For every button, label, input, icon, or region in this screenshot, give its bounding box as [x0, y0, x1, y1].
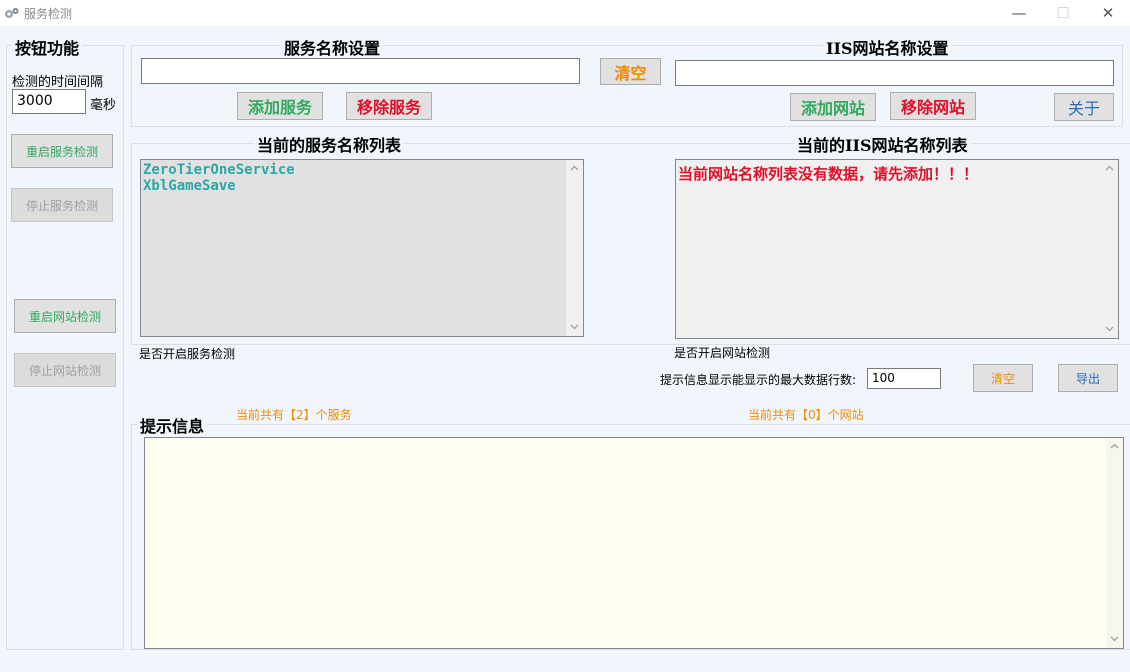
list-item[interactable]: ZeroTierOneService [143, 162, 295, 178]
gears-icon [5, 8, 19, 18]
site-count: 当前共有【0】个网站 [748, 408, 864, 422]
remove-service-button[interactable]: 移除服务 [346, 92, 432, 120]
iis-list-title: 当前的IIS网站名称列表 [794, 132, 971, 156]
maximize-button[interactable]: ☐ [1040, 0, 1086, 26]
service-name-input[interactable] [141, 58, 580, 84]
title-bar: 服务检测 — ☐ ✕ [0, 0, 1130, 26]
iis-list-scrollbar[interactable] [1101, 160, 1118, 338]
interval-unit: 毫秒 [90, 98, 117, 113]
export-log-button[interactable]: 导出 [1058, 364, 1118, 392]
stop-service-check-button[interactable]: 停止服务检测 [11, 188, 113, 222]
window-title: 服务检测 [24, 7, 73, 21]
iis-list-empty-message: 当前网站名称列表没有数据，请先添加！！！ [678, 165, 979, 183]
log-textarea[interactable] [144, 437, 1124, 649]
log-legend: 提示信息 [137, 413, 208, 437]
restart-service-check-button[interactable]: 重启服务检测 [11, 134, 113, 168]
list-item[interactable]: XblGameSave [143, 178, 295, 194]
stop-site-check-button[interactable]: 停止网站检测 [14, 353, 116, 387]
clear-names-button[interactable]: 清空 [600, 58, 661, 85]
service-list[interactable]: ZeroTierOneService XblGameSave [140, 159, 584, 337]
interval-input[interactable]: 3000 [12, 89, 86, 114]
button-functions-legend: 按钮功能 [12, 35, 83, 59]
restart-site-check-button[interactable]: 重启网站检测 [14, 299, 116, 333]
chevron-down-icon[interactable] [1101, 321, 1118, 338]
minimize-button[interactable]: — [996, 0, 1042, 26]
clear-log-button[interactable]: 清空 [973, 364, 1033, 392]
interval-label: 检测的时间间隔 [12, 75, 104, 90]
site-check-status: 是否开启网站检测 [674, 346, 771, 360]
service-list-items: ZeroTierOneService XblGameSave [143, 162, 295, 194]
max-rows-input[interactable]: 100 [867, 368, 941, 389]
add-service-button[interactable]: 添加服务 [237, 92, 323, 120]
chevron-up-icon[interactable] [1106, 438, 1123, 455]
chevron-down-icon[interactable] [1106, 631, 1123, 648]
chevron-up-icon[interactable] [566, 160, 583, 177]
service-count: 当前共有【2】个服务 [236, 408, 352, 422]
remove-site-button[interactable]: 移除网站 [890, 92, 976, 120]
service-settings-legend: 服务名称设置 [281, 35, 384, 59]
iis-settings-legend: IIS网站名称设置 [823, 35, 952, 59]
add-site-button[interactable]: 添加网站 [790, 93, 876, 121]
iis-site-list[interactable]: 当前网站名称列表没有数据，请先添加！！！ [675, 159, 1119, 339]
service-check-status: 是否开启服务检测 [139, 347, 236, 361]
max-rows-label: 提示信息显示能显示的最大数据行数: [660, 373, 857, 387]
service-list-title: 当前的服务名称列表 [254, 132, 405, 156]
chevron-up-icon[interactable] [1101, 160, 1118, 177]
about-button[interactable]: 关于 [1054, 93, 1114, 121]
chevron-down-icon[interactable] [566, 319, 583, 336]
close-button[interactable]: ✕ [1085, 0, 1130, 26]
log-scrollbar[interactable] [1106, 438, 1123, 648]
iis-site-name-input[interactable] [675, 60, 1114, 86]
service-list-scrollbar[interactable] [566, 160, 583, 336]
